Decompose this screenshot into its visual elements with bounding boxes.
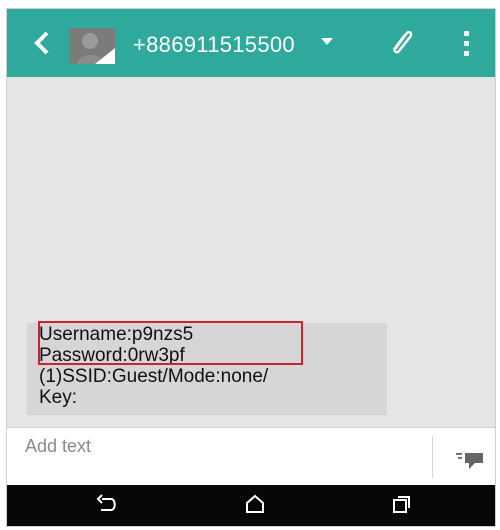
more-vert-icon[interactable] xyxy=(459,27,473,61)
back-arrow-shape xyxy=(34,31,49,55)
contact-avatar[interactable] xyxy=(69,28,115,64)
more-dot xyxy=(464,51,469,56)
send-message-icon[interactable] xyxy=(455,449,485,471)
nav-back-icon[interactable] xyxy=(90,490,124,520)
credential-highlight-box xyxy=(38,321,303,365)
conversation-header: +886911515500 xyxy=(7,9,495,77)
more-dot xyxy=(464,31,469,36)
back-arrow-icon[interactable] xyxy=(27,26,57,60)
message-composer: Add text xyxy=(7,427,495,486)
nav-home-icon[interactable] xyxy=(238,490,272,520)
message-thread: Username:p9nzs5 Password:0rw3pf (1)SSID:… xyxy=(7,77,495,437)
more-dot xyxy=(464,41,469,46)
system-navigation-bar xyxy=(7,485,495,526)
contact-phone-number[interactable]: +886911515500 xyxy=(133,32,295,58)
chevron-down-icon[interactable] xyxy=(321,38,333,45)
nav-recents-shape xyxy=(393,496,410,513)
message-line: (1)SSID:Guest/Mode:none/ xyxy=(39,366,269,387)
avatar-silhouette xyxy=(69,28,115,64)
nav-recents-icon[interactable] xyxy=(384,490,418,520)
paperclip-shape xyxy=(393,30,413,54)
nav-home-shape xyxy=(246,494,264,513)
messaging-screen: +886911515500 Username:p9nzs5 Password:0… xyxy=(6,8,496,527)
send-message-shape xyxy=(456,453,483,469)
composer-divider xyxy=(432,436,433,478)
add-text-placeholder: Add text xyxy=(25,436,92,456)
add-text-input[interactable]: Add text xyxy=(7,428,432,486)
paperclip-icon[interactable] xyxy=(386,26,416,60)
nav-back-shape xyxy=(96,494,116,511)
message-line: Key: xyxy=(39,387,78,408)
